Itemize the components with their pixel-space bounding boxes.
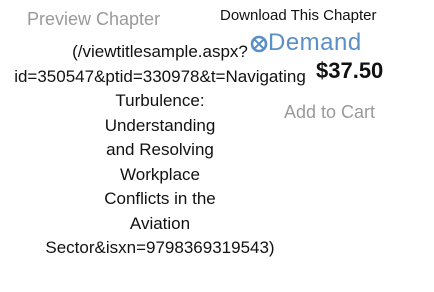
price-label: $37.50 (316, 58, 384, 83)
url-line: Aviation (129, 213, 191, 233)
url-line: Sector&isxn=9798369319543) (45, 238, 275, 257)
url-line: and Resolving (106, 140, 214, 159)
preview-chapter-link[interactable]: Preview Chapter (27, 9, 160, 30)
url-line: Workplace (120, 164, 200, 184)
url-line: id=350547&ptid=330978&t=Navigating (14, 66, 306, 86)
url-line: Understanding (104, 115, 216, 135)
ondemand-logo-text: Demand (268, 29, 362, 56)
ondemand-logo: Demand (250, 28, 362, 58)
ondemand-logo-icon (250, 31, 268, 55)
url-line: Turbulence: (115, 91, 205, 110)
preview-url-text: (/viewtitlesample.aspx? id=350547&ptid=3… (4, 40, 316, 261)
url-line: Conflicts in the (104, 189, 216, 208)
add-to-cart-button[interactable]: Add to Cart (284, 102, 375, 123)
download-chapter-link[interactable]: Download This Chapter (220, 7, 376, 24)
